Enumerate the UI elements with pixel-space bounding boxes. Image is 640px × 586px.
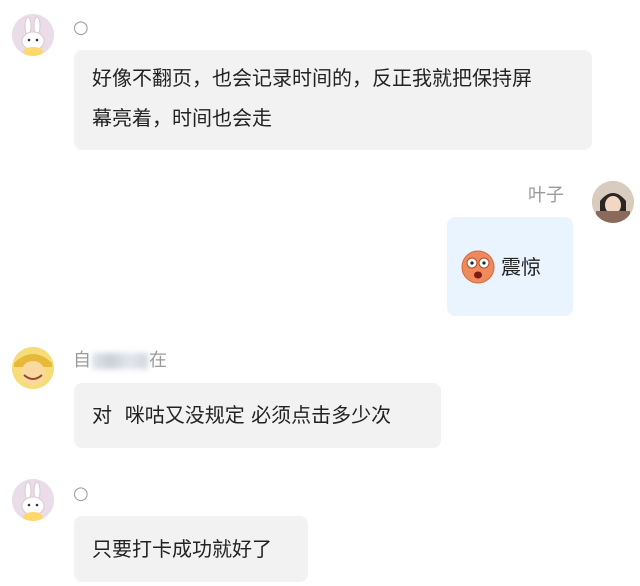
- emoji-label: 震惊: [501, 254, 541, 279]
- message-text-line-2: 幕亮着，时间也会走: [92, 106, 272, 130]
- sender-name-suffix: 在: [149, 350, 167, 371]
- message-text-line-1: 好像不翻页，也会记录时间的，反正我就把保持屏: [92, 66, 532, 90]
- avatar-bunny[interactable]: [12, 14, 54, 56]
- message-text: 对 咪咕又没规定 必须点击多少次: [92, 403, 392, 427]
- sender-name-prefix: 自: [73, 350, 91, 371]
- sender-name: ○: [73, 17, 89, 38]
- photo-avatar-icon: [592, 181, 634, 223]
- sender-name: 自在: [73, 350, 167, 372]
- avatar-girl[interactable]: [592, 181, 634, 223]
- sender-name: 叶子: [528, 185, 564, 206]
- message-bubble[interactable]: 对 咪咕又没规定 必须点击多少次: [74, 383, 441, 448]
- message-bubble[interactable]: 只要打卡成功就好了: [74, 516, 308, 582]
- sender-name: ○: [73, 483, 89, 504]
- bunny-avatar-icon: [12, 479, 54, 521]
- avatar-bunny[interactable]: [12, 479, 54, 521]
- message-bubble[interactable]: 好像不翻页，也会记录时间的，反正我就把保持屏 幕亮着，时间也会走: [74, 50, 592, 150]
- bunny-avatar-icon: [12, 14, 54, 56]
- message-text: 只要打卡成功就好了: [92, 537, 272, 561]
- cartoon-avatar-icon: [12, 347, 54, 389]
- message-bubble[interactable]: 震惊: [447, 217, 573, 316]
- avatar-luffy[interactable]: [12, 347, 54, 389]
- redacted-name-blur: [92, 353, 148, 369]
- shocked-face-icon: [461, 250, 495, 283]
